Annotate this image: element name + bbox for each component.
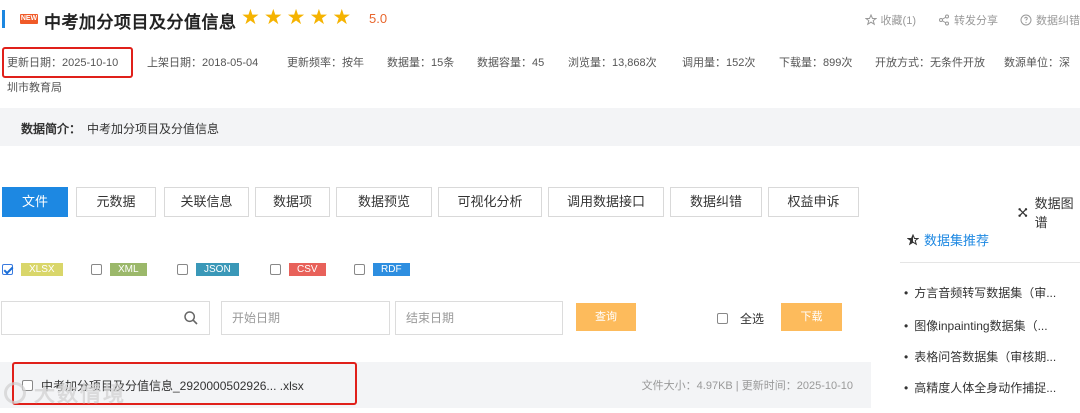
sidebar-header: 数据集推荐 (907, 230, 989, 249)
download-button[interactable]: 下载 (781, 303, 842, 331)
sidebar-divider (900, 262, 1080, 263)
data-error-label: 数据纠错 (1036, 15, 1080, 27)
tab-related-info[interactable]: 关联信息 (164, 187, 249, 217)
title-bar: NEW 中考加分项目及分值信息 ★ ★ ★ ★ ★ 5.0 收藏(1) 转发分享… (0, 6, 1080, 32)
watermark-text: 大数情境 (34, 383, 126, 406)
page-title: 中考加分项目及分值信息 (44, 13, 237, 32)
data-intro-panel: 数据简介： 中考加分项目及分值信息 (0, 108, 1080, 146)
format-filter-rdf[interactable]: RDF (354, 263, 410, 276)
format-tag: JSON (196, 263, 239, 276)
rating-stars: ★ ★ ★ ★ ★ (241, 7, 351, 29)
select-all[interactable]: 全选 (717, 310, 764, 327)
download-count: 下载量：899次 (779, 57, 853, 69)
header-actions: 收藏(1) 转发分享 数据纠错 (843, 12, 1080, 28)
format-filter-json[interactable]: JSON (177, 263, 239, 276)
watermark: 大数情境 (4, 378, 126, 408)
sidebar-item[interactable]: 高精度人体全身动作捕捉... (904, 379, 1056, 396)
tab-api[interactable]: 调用数据接口 (548, 187, 664, 217)
star-outline-icon (864, 14, 877, 26)
meta-info-row: 更新日期：2025-10-10 上架日期：2018-05-04 更新频率：按年 … (0, 48, 1080, 78)
recommend-sidebar: 数据集推荐 方言音频转写数据集（审... 图像inpainting数据集（...… (900, 222, 1080, 413)
format-tag: XLSX (21, 263, 63, 276)
call-count: 调用量：152次 (682, 57, 756, 69)
tab-data-items[interactable]: 数据项 (255, 187, 330, 217)
update-frequency: 更新频率：按年 (287, 57, 364, 69)
highlight-box-update-date (2, 47, 133, 78)
sidebar-item[interactable]: 表格问答数据集（审核期... (904, 348, 1056, 365)
star-icon: ★ (332, 6, 352, 29)
list-date: 上架日期：2018-05-04 (147, 57, 259, 69)
source-unit-continued: 圳市教育局 (7, 82, 62, 94)
query-button[interactable]: 查询 (576, 303, 636, 331)
intro-text: 中考加分项目及分值信息 (87, 122, 220, 136)
share-icon (939, 14, 949, 26)
end-date-input[interactable]: 结束日期 (395, 301, 563, 335)
share-button[interactable]: 转发分享 (938, 12, 998, 28)
star-icon: ★ (286, 6, 306, 29)
format-tag: XML (110, 263, 147, 276)
tab-data-error[interactable]: 数据纠错 (670, 187, 762, 217)
search-icon (184, 311, 198, 325)
intro-label: 数据简介： (21, 122, 82, 136)
file-search-input[interactable] (1, 301, 210, 335)
tab-visual-analysis[interactable]: 可视化分析 (438, 187, 542, 217)
select-all-label: 全选 (740, 312, 765, 326)
file-meta: 文件大小：4.97KB | 更新时间：2025-10-10 (641, 380, 853, 392)
share-label: 转发分享 (954, 15, 998, 27)
format-filter-xlsx[interactable]: XLSX (2, 263, 63, 276)
tab-data-preview[interactable]: 数据预览 (336, 187, 432, 217)
sidebar-item[interactable]: 图像inpainting数据集（... (904, 317, 1047, 334)
sidebar-title: 数据集推荐 (924, 233, 990, 248)
tab-metadata[interactable]: 元数据 (76, 187, 156, 217)
favorite-label: 收藏(1) (880, 15, 916, 27)
sidebar-item[interactable]: 方言音频转写数据集（审... (904, 284, 1056, 301)
star-icon: ★ (309, 6, 329, 29)
star-icon: ★ (241, 6, 260, 29)
title-accent-bar (2, 10, 5, 28)
checkbox[interactable] (177, 264, 188, 275)
checkbox[interactable] (2, 264, 13, 275)
data-error-report-button[interactable]: 数据纠错 (1020, 12, 1080, 28)
tab-rights-appeal[interactable]: 权益申诉 (768, 187, 859, 217)
rating-score: 5.0 (369, 11, 388, 26)
star-icon: ★ (263, 6, 283, 29)
star-half-icon (907, 233, 919, 245)
question-circle-icon (1020, 14, 1032, 26)
format-filter-xml[interactable]: XML (91, 263, 147, 276)
format-filter-csv[interactable]: CSV (270, 263, 326, 276)
watermark-logo-icon (4, 382, 26, 404)
select-all-checkbox[interactable] (717, 313, 728, 324)
data-capacity: 数据容量：45 (477, 57, 545, 69)
favorite-button[interactable]: 收藏(1) (864, 12, 916, 28)
view-count: 浏览量：13,868次 (568, 57, 657, 69)
graph-icon (1018, 207, 1028, 217)
start-date-input[interactable]: 开始日期 (221, 301, 390, 335)
checkbox[interactable] (270, 264, 281, 275)
open-mode: 开放方式：无条件开放 (875, 57, 985, 69)
new-badge: NEW (20, 14, 38, 24)
format-tag: CSV (289, 263, 326, 276)
format-tag: RDF (373, 263, 410, 276)
source-unit: 数源单位：深 (1004, 57, 1070, 69)
data-count: 数据量：15条 (387, 57, 455, 69)
checkbox[interactable] (354, 264, 365, 275)
checkbox[interactable] (91, 264, 102, 275)
tab-files[interactable]: 文件 (2, 187, 68, 217)
